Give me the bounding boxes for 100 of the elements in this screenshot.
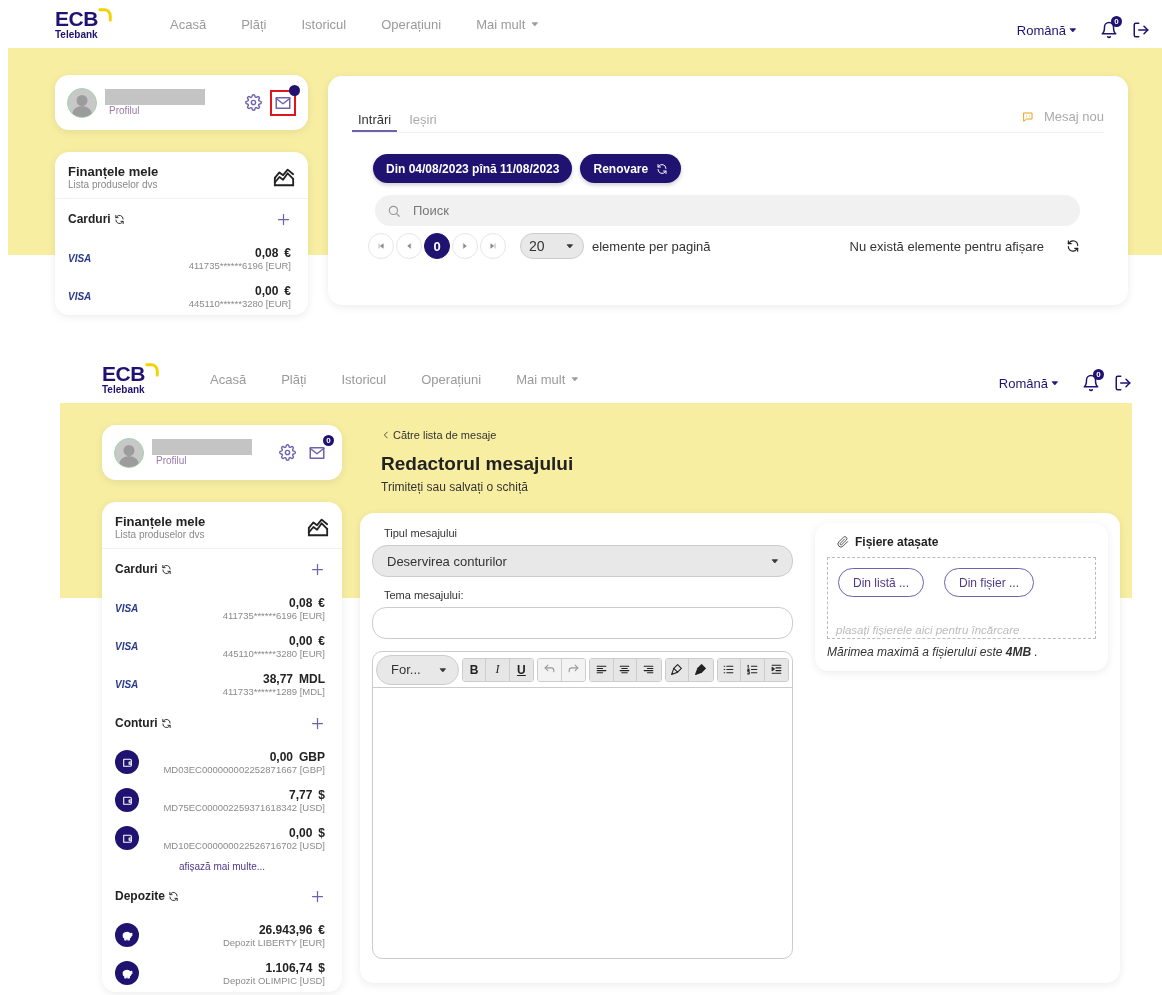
piggy-bank-icon [115,961,139,985]
wallet-icon [115,788,139,812]
language-dropdown[interactable]: Română [998,375,1060,391]
card-logo: VISA [68,290,92,302]
logo-subtext: Telebank [55,29,99,40]
brush-button[interactable] [689,658,713,681]
add-icon[interactable] [310,715,325,731]
drop-zone[interactable]: Din listă ... Din fișier ... plasați fișierele aici pentru încărcare [827,557,1096,639]
notification-badge: 0 [1093,369,1104,380]
next-icon [461,242,469,250]
date-range-button[interactable]: Din 04/08/2023 pînă 11/08/2023 [373,154,573,183]
account-number: 411735******6196 [EUR] [222,609,325,621]
language-dropdown[interactable]: Română [1016,22,1078,38]
caret-icon [770,556,780,566]
format-button[interactable]: U [509,658,534,681]
reload-icon[interactable] [1066,239,1080,253]
drop-placeholder: plasați fișierele aici pentru încărcare [836,624,1021,638]
currency: $ [318,825,325,840]
message-type-dropdown[interactable]: Deservirea conturilor [372,545,793,577]
attachments-title: Fișiere atașate [855,535,939,549]
amount: 26.943,96 [258,922,313,937]
finances-title: Finanțele mele [115,514,206,529]
caret-icon [1050,378,1060,388]
account-number: MD10EC000000022526716702 [USD] [163,839,325,851]
page-title: Redactorul mesajului [381,453,575,475]
search-icon [387,204,401,218]
caret-icon [530,19,541,29]
currency: $ [318,960,325,975]
logo-arc-icon [97,8,112,22]
logout-icon[interactable] [1132,21,1150,39]
refresh-icon[interactable] [168,890,179,902]
refresh-icon[interactable] [160,563,172,575]
section-title: Carduri [68,212,111,226]
page-button[interactable]: 0 [424,233,450,259]
last-page-icon [489,242,497,250]
attach-button[interactable]: Din listă ... [838,568,924,597]
refresh-icon [656,162,669,175]
tab[interactable]: Intrări [352,112,398,132]
format-button[interactable]: B [462,658,487,681]
chevron-left-icon [381,430,391,440]
finances-subtitle: Lista produselor dvs [115,529,206,540]
add-icon[interactable] [310,888,325,904]
format-dropdown[interactable]: For... [376,654,459,685]
currency: € [284,283,291,298]
add-icon[interactable] [310,561,325,577]
align-left-button[interactable] [590,658,614,681]
align-center-button[interactable] [613,658,638,681]
bell-icon[interactable] [1082,374,1100,392]
finances-subtitle: Lista produselor dvs [68,179,159,190]
indent-button[interactable] [764,658,788,681]
renew-button[interactable]: Renovare [580,154,682,183]
chart-icon[interactable] [273,166,295,188]
mail-badge: 0 [323,434,334,446]
chart-icon[interactable] [307,516,329,538]
refresh-icon[interactable] [113,213,125,225]
profile-link[interactable]: Profilul [152,455,271,466]
format-button[interactable]: I [486,658,510,681]
amount: 0,00 [288,825,313,840]
first-page-icon [377,242,385,250]
settings-icon[interactable] [245,94,262,111]
notification-badge: 0 [1111,16,1122,27]
refresh-icon[interactable] [160,717,172,729]
bullet-list-button[interactable] [717,658,742,681]
align-right-button[interactable] [637,658,661,681]
eraser-button[interactable] [665,658,690,681]
avatar-icon [67,87,97,118]
show-more-link[interactable]: afișază mai multe... [178,857,266,876]
page-subtitle: Trimiteți sau salvați o schiță [381,480,529,494]
settings-icon[interactable] [279,444,296,461]
currency: € [318,595,325,610]
search-field[interactable]: Поиск [375,195,1080,226]
logo-text: ECB [102,363,145,384]
finances-title: Finanțele mele [68,164,159,179]
attach-button[interactable]: Din fișier ... [944,568,1035,597]
caret-icon [1068,25,1078,35]
section-title: Carduri [115,562,158,576]
file-size-note: Mărimea maximă a fișierului este 4MB . [827,645,1039,659]
card-logo: VISA [115,602,139,614]
bullet-list-icon [722,663,736,676]
bell-icon[interactable] [1100,21,1118,39]
align-center-icon [618,663,632,676]
back-link[interactable]: Către lista de mesaje [381,429,1099,441]
profile-link[interactable]: Profilul [105,105,237,116]
account-number: MD75EC000002259371618342 [USD] [163,801,325,813]
logout-icon[interactable] [1114,374,1132,392]
logo-subtext: Telebank [102,384,146,395]
amount: 0,08 [288,595,313,610]
numbered-list-icon [745,663,759,676]
align-left-icon [594,663,608,676]
add-icon[interactable] [276,211,291,227]
amount: 7,77 [288,787,313,802]
align-right-icon [642,663,656,676]
topic-field[interactable] [372,607,793,639]
section-title: Conturi [115,716,158,730]
rich-text-editor[interactable]: For... B I U [372,651,793,959]
amount: 0,00 [269,749,293,764]
numbered-list-button[interactable] [741,658,765,681]
currency: € [318,922,325,937]
per-page-dropdown[interactable]: 20 [520,233,584,259]
caret-icon [570,374,581,384]
